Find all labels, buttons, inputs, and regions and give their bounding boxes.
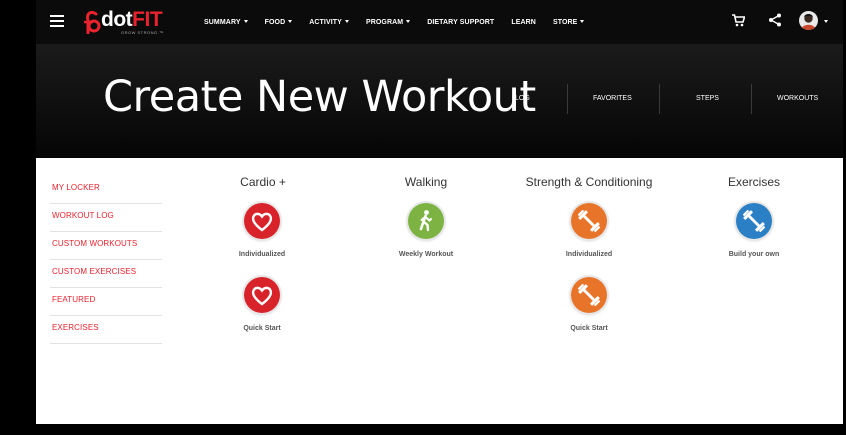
cart-icon[interactable] xyxy=(732,14,745,27)
dumbbell-icon xyxy=(736,203,772,239)
sidebar-item-my-locker[interactable]: MY LOCKER xyxy=(50,176,162,204)
logo-text-accent: FIT xyxy=(132,8,163,31)
logo[interactable]: dotFIT GROW STRONG.™ xyxy=(83,8,183,38)
menu-item-label: SUMMARY xyxy=(204,18,241,26)
heart-icon xyxy=(244,203,280,239)
menu-item-activity[interactable]: ACTIVITY xyxy=(309,19,349,26)
divider xyxy=(751,84,752,114)
share-icon[interactable] xyxy=(769,13,781,27)
screen-frame: dotFIT GROW STRONG.™ SUMMARY FOOD ACTIVI… xyxy=(0,0,846,435)
tile-label: Build your own xyxy=(728,251,780,258)
logo-mark-icon xyxy=(84,10,101,34)
tile-label: Quick Start xyxy=(570,325,608,332)
menu-item-food[interactable]: FOOD xyxy=(265,19,293,26)
menu-item-summary[interactable]: SUMMARY xyxy=(204,19,248,26)
menu-item-label: FOOD xyxy=(264,18,286,26)
top-navigation: dotFIT GROW STRONG.™ SUMMARY FOOD ACTIVI… xyxy=(36,0,843,44)
cardio-quick-start-button[interactable]: Quick Start xyxy=(222,277,302,332)
main-menu: SUMMARY FOOD ACTIVITY PROGRAM DIETARY SU… xyxy=(204,0,601,44)
cardio-individualized-button[interactable]: Individualized xyxy=(222,203,302,258)
menu-item-label: ACTIVITY xyxy=(309,18,342,26)
tab-steps[interactable]: STEPS xyxy=(696,95,719,102)
dumbbell-icon xyxy=(571,277,607,313)
chevron-down-icon xyxy=(344,20,349,24)
chevron-down-icon xyxy=(580,20,585,24)
menu-item-label: DIETARY SUPPORT xyxy=(427,18,495,26)
menu-icon[interactable] xyxy=(50,15,64,27)
exercises-build-your-own-button[interactable]: Build your own xyxy=(714,203,794,258)
heart-icon xyxy=(244,277,280,313)
chevron-down-icon xyxy=(288,20,293,24)
hero-banner: Create New Workout LOG FAVORITES STEPS W… xyxy=(36,44,843,158)
divider xyxy=(659,84,660,114)
page-title: Create New Workout xyxy=(103,72,536,122)
tab-favorites[interactable]: FAVORITES xyxy=(593,95,632,102)
logo-text: dot xyxy=(101,8,133,31)
tile-label: Individualized xyxy=(238,251,286,258)
column-title-cardio: Cardio + xyxy=(240,175,286,189)
tab-log[interactable]: LOG xyxy=(515,95,530,102)
strength-individualized-button[interactable]: Individualized xyxy=(549,203,629,258)
menu-item-program[interactable]: PROGRAM xyxy=(365,18,411,26)
menu-item-dietary-support[interactable]: DIETARY SUPPORT xyxy=(427,19,494,26)
column-title-walking: Walking xyxy=(404,175,448,189)
menu-item-store[interactable]: STORE xyxy=(553,19,585,26)
chevron-down-icon xyxy=(243,20,248,24)
sidebar: MY LOCKER WORKOUT LOG CUSTOM WORKOUTS CU… xyxy=(50,176,162,344)
menu-item-learn[interactable]: LEARN xyxy=(511,19,536,26)
sidebar-item-workout-log[interactable]: WORKOUT LOG xyxy=(50,204,162,232)
chevron-down-icon xyxy=(406,20,411,24)
sidebar-item-custom-workouts[interactable]: CUSTOM WORKOUTS xyxy=(50,232,162,260)
column-title-strength: Strength & Conditioning xyxy=(525,175,653,189)
column-title-exercises: Exercises xyxy=(727,175,781,189)
logo-wordmark: dotFIT xyxy=(101,8,163,32)
walking-weekly-workout-button[interactable]: Weekly Workout xyxy=(386,203,466,258)
page: dotFIT GROW STRONG.™ SUMMARY FOOD ACTIVI… xyxy=(36,0,843,424)
dumbbell-icon xyxy=(571,203,607,239)
chevron-down-icon[interactable] xyxy=(824,20,828,23)
tile-label: Weekly Workout xyxy=(398,251,454,258)
strength-quick-start-button[interactable]: Quick Start xyxy=(549,277,629,332)
walking-icon xyxy=(408,203,444,239)
tile-label: Individualized xyxy=(565,251,613,258)
sidebar-item-exercises[interactable]: EXERCISES xyxy=(50,316,162,344)
sidebar-item-custom-exercises[interactable]: CUSTOM EXERCISES xyxy=(50,260,162,288)
avatar-icon[interactable] xyxy=(799,11,818,30)
tile-label: Quick Start xyxy=(243,325,281,332)
menu-item-label: LEARN xyxy=(511,18,536,26)
sidebar-item-featured[interactable]: FEATURED xyxy=(50,288,162,316)
tab-workouts[interactable]: WORKOUTS xyxy=(777,95,818,102)
menu-item-label: STORE xyxy=(552,18,578,26)
menu-item-label: PROGRAM xyxy=(365,18,404,26)
logo-tagline: GROW STRONG.™ xyxy=(121,30,164,35)
divider xyxy=(567,84,568,114)
